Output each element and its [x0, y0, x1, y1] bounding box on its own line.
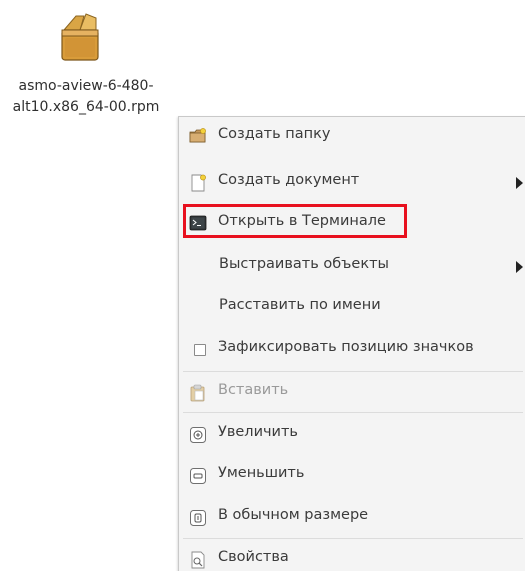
menu-item-paste[interactable]: Вставить	[179, 375, 525, 409]
properties-icon	[189, 551, 207, 569]
submenu-arrow-icon	[516, 261, 523, 273]
zoom-in-icon	[189, 426, 207, 443]
menu-separator	[183, 538, 523, 539]
rpm-package-icon[interactable]	[56, 12, 104, 64]
zoom-out-icon	[189, 467, 207, 484]
menu-item-label: Открыть в Терминале	[218, 213, 386, 229]
menu-item-label: Выстраивать объекты	[219, 256, 389, 272]
menu-item-label: Создать документ	[218, 172, 360, 188]
menu-item-label: Зафиксировать позицию значков	[218, 339, 474, 355]
file-name-line1: asmo-aview-6-480-	[18, 78, 154, 94]
menu-item-lock-icon-positions[interactable]: Зафиксировать позицию значков	[179, 332, 525, 366]
menu-item-create-document[interactable]: Создать документ	[179, 165, 525, 199]
menu-item-label: Создать папку	[218, 126, 331, 142]
menu-item-label: Увеличить	[218, 424, 298, 440]
menu-item-label: Вставить	[218, 382, 289, 398]
menu-item-label: Уменьшить	[218, 465, 305, 481]
menu-item-zoom-in[interactable]: Увеличить	[179, 417, 525, 451]
context-menu: Создать папку Создать документ Открыть в…	[178, 116, 525, 571]
desktop[interactable]: asmo-aview-6-480- alt10.x86_64-00.rpm Со…	[0, 0, 525, 571]
file-name-label[interactable]: asmo-aview-6-480- alt10.x86_64-00.rpm	[0, 76, 172, 118]
menu-item-zoom-out[interactable]: Уменьшить	[179, 458, 525, 492]
menu-item-zoom-normal[interactable]: В обычном размере	[179, 500, 525, 534]
file-name-line2: alt10.x86_64-00.rpm	[12, 99, 160, 115]
menu-item-arrange-items[interactable]: Выстраивать объекты	[179, 249, 525, 283]
checkbox-icon[interactable]	[194, 344, 206, 356]
folder-new-icon	[189, 128, 207, 144]
menu-item-open-in-terminal[interactable]: Открыть в Терминале	[179, 206, 525, 240]
menu-item-label: Расставить по имени	[219, 297, 381, 313]
menu-item-label: В обычном размере	[218, 507, 369, 523]
menu-separator	[183, 412, 523, 413]
menu-item-sort-by-name[interactable]: Расставить по имени	[179, 290, 525, 324]
terminal-icon	[189, 215, 207, 231]
submenu-arrow-icon	[516, 177, 523, 189]
menu-item-create-folder[interactable]: Создать папку	[179, 119, 525, 153]
menu-item-label: Свойства	[218, 549, 289, 565]
menu-separator	[183, 371, 523, 372]
zoom-original-icon	[189, 509, 207, 526]
menu-item-properties[interactable]: Свойства	[179, 542, 525, 571]
document-new-icon	[189, 174, 207, 192]
paste-icon	[189, 384, 207, 402]
